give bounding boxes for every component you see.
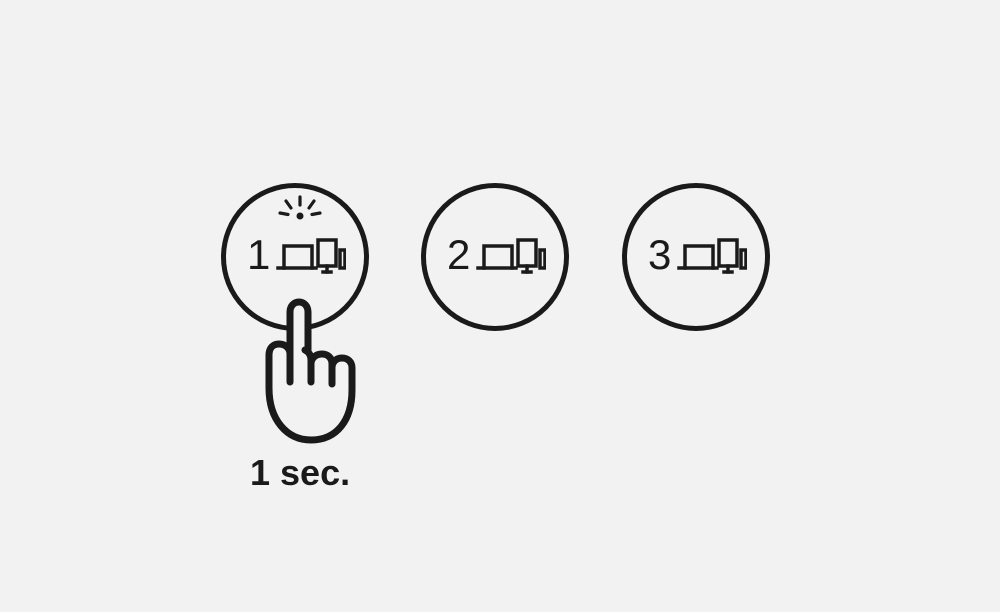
channel-button-3-label: 3 xyxy=(648,234,671,276)
flash-indicator-icon xyxy=(278,195,322,225)
channel-button-2-label: 2 xyxy=(447,234,470,276)
devices-icon xyxy=(274,238,346,278)
instruction-diagram: 1 xyxy=(0,0,1000,612)
devices-icon xyxy=(474,238,546,278)
press-hand-icon xyxy=(249,292,369,447)
press-duration-label: 1 sec. xyxy=(250,452,350,494)
devices-icon xyxy=(675,238,747,278)
channel-button-1-label: 1 xyxy=(247,234,270,276)
